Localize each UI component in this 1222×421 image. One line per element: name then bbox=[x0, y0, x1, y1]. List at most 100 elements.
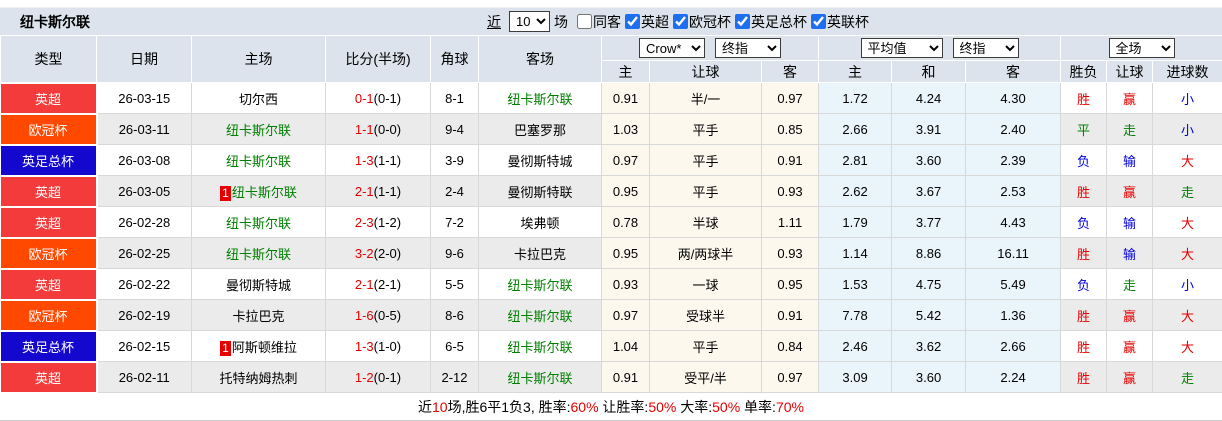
date-cell: 26-02-15 bbox=[96, 330, 192, 362]
fulltime-select[interactable]: 全场 bbox=[1108, 38, 1175, 58]
avg-home-odds: 2.81 bbox=[818, 144, 893, 176]
crow-handicap: 半球 bbox=[649, 206, 762, 238]
away-team-name: 纽卡斯尔联 bbox=[507, 339, 573, 355]
same-venue-checkbox[interactable] bbox=[577, 14, 592, 29]
league-checkbox-ucl[interactable] bbox=[673, 14, 688, 29]
corner-cell: 9-6 bbox=[430, 237, 479, 269]
recent-link[interactable]: 近 bbox=[487, 12, 501, 32]
home-team-cell: 纽卡斯尔联 bbox=[191, 113, 326, 145]
score-cell: 1-1(0-0) bbox=[325, 113, 431, 145]
col-header-home: 主场 bbox=[191, 35, 326, 83]
home-team-cell: 曼彻斯特城 bbox=[191, 268, 326, 300]
league-type-badge: 英超 bbox=[0, 81, 98, 115]
league-type-badge: 英超 bbox=[0, 205, 98, 239]
home-team-cell: 卡拉巴克 bbox=[191, 299, 326, 331]
recent-count-select[interactable]: 10 bbox=[509, 11, 550, 32]
summary-segment: 单率: bbox=[740, 398, 776, 415]
match-row: 英超 26-03-15 切尔西 0-1(0-1) 8-1 纽卡斯尔联 0.91 … bbox=[0, 81, 1222, 115]
league-checkbox-facup[interactable] bbox=[735, 14, 750, 29]
fulltime-score: 3-2 bbox=[354, 245, 374, 261]
result-goals: 大 bbox=[1152, 299, 1222, 331]
home-team-cell: 1 纽卡斯尔联 bbox=[191, 175, 326, 207]
crow-home-odds: 0.78 bbox=[601, 206, 650, 238]
result-handicap: 赢 bbox=[1106, 330, 1154, 362]
away-team-cell: 纽卡斯尔联 bbox=[478, 268, 602, 300]
away-team-cell: 曼彻斯特联 bbox=[478, 175, 602, 207]
home-team-cell: 纽卡斯尔联 bbox=[191, 206, 326, 238]
avg-away-odds: 2.39 bbox=[965, 144, 1062, 176]
fulltime-score: 1-2 bbox=[354, 369, 374, 385]
result-goals: 小 bbox=[1152, 268, 1222, 300]
match-history-table: 类型 日期 主场 比分(半场) 角球 客场 Crow* 终指 平均值 终指 全场… bbox=[0, 35, 1222, 394]
avg-home-odds: 2.66 bbox=[818, 113, 893, 145]
fulltime-score: 1-3 bbox=[354, 152, 374, 168]
match-row: 英超 26-02-11 托特纳姆热刺 1-2(0-1) 2-12 纽卡斯尔联 0… bbox=[0, 360, 1222, 394]
result-outcome: 胜 bbox=[1060, 82, 1108, 114]
avg-away-odds: 5.49 bbox=[965, 268, 1062, 300]
bookmaker-select[interactable]: Crow* bbox=[639, 38, 706, 58]
summary-segment: 大率: bbox=[676, 398, 713, 415]
away-team-cell: 纽卡斯尔联 bbox=[478, 82, 602, 114]
halftime-score: (1-0) bbox=[373, 338, 402, 354]
avg-draw-odds: 3.60 bbox=[891, 361, 967, 393]
avg-away-odds: 2.24 bbox=[965, 361, 1062, 393]
date-cell: 26-03-15 bbox=[96, 82, 192, 114]
crow-handicap: 受球半 bbox=[649, 299, 762, 331]
result-outcome: 负 bbox=[1060, 144, 1108, 176]
score-cell: 1-6(0-5) bbox=[325, 299, 431, 331]
avg-draw-odds: 3.77 bbox=[891, 206, 967, 238]
crow-handicap: 一球 bbox=[649, 268, 762, 300]
date-cell: 26-02-25 bbox=[96, 237, 192, 269]
away-team-cell: 纽卡斯尔联 bbox=[478, 361, 602, 393]
league-checkbox-eflcup[interactable] bbox=[811, 14, 826, 29]
score-cell: 1-3(1-0) bbox=[325, 330, 431, 362]
summary-segment: 60% bbox=[570, 398, 599, 415]
match-row: 英足总杯 26-03-08 纽卡斯尔联 1-3(1-1) 3-9 曼彻斯特城 0… bbox=[0, 143, 1222, 177]
match-row: 英超 26-02-28 纽卡斯尔联 2-3(1-2) 7-2 埃弗顿 0.78 … bbox=[0, 205, 1222, 239]
avg-odds-stage-select[interactable]: 终指 bbox=[952, 38, 1019, 58]
avg-away-odds: 16.11 bbox=[965, 237, 1062, 269]
match-row: 欧冠杯 26-03-11 纽卡斯尔联 1-1(0-0) 9-4 巴塞罗那 1.0… bbox=[0, 112, 1222, 146]
league-label-facup: 英足总杯 bbox=[751, 13, 807, 30]
crow-home-odds: 0.93 bbox=[601, 268, 650, 300]
corner-cell: 6-5 bbox=[430, 330, 479, 362]
col-header-score: 比分(半场) bbox=[325, 35, 431, 83]
fulltime-score: 2-1 bbox=[354, 183, 374, 199]
result-handicap: 赢 bbox=[1106, 82, 1154, 114]
filter-controls: 近 10 场 同客 英超 欧冠杯 英足总杯 英联杯 bbox=[487, 11, 870, 32]
crow-away-odds: 0.84 bbox=[760, 330, 820, 362]
corner-cell: 7-2 bbox=[430, 206, 479, 238]
score-cell: 1-2(0-1) bbox=[325, 361, 431, 393]
col-header-type: 类型 bbox=[0, 35, 97, 83]
league-checkbox-epl[interactable] bbox=[625, 14, 640, 29]
result-outcome: 胜 bbox=[1060, 237, 1108, 269]
crow-odds-stage-select[interactable]: 终指 bbox=[715, 38, 782, 58]
away-team-name: 埃弗顿 bbox=[520, 215, 560, 231]
avg-home-odds: 1.53 bbox=[818, 268, 893, 300]
league-label-ucl: 欧冠杯 bbox=[689, 13, 731, 30]
league-type-badge: 欧冠杯 bbox=[0, 112, 98, 146]
col-header-away: 客场 bbox=[478, 35, 602, 83]
average-select[interactable]: 平均值 bbox=[860, 38, 943, 58]
home-team-cell: 纽卡斯尔联 bbox=[191, 144, 326, 176]
avg-home-odds: 7.78 bbox=[818, 299, 893, 331]
result-handicap: 赢 bbox=[1106, 361, 1154, 393]
summary-segment: 场,胜6平1负3, 胜率: bbox=[447, 398, 571, 415]
result-goals: 大 bbox=[1152, 330, 1222, 362]
crow-home-odds: 1.04 bbox=[601, 330, 650, 362]
fulltime-score: 2-1 bbox=[354, 276, 374, 292]
home-team-name: 纽卡斯尔联 bbox=[225, 246, 291, 262]
crow-handicap: 平手 bbox=[649, 175, 762, 207]
avg-draw-odds: 8.86 bbox=[891, 237, 967, 269]
score-cell: 2-1(1-1) bbox=[325, 175, 431, 207]
avg-away-odds: 1.36 bbox=[965, 299, 1062, 331]
avg-home-odds: 3.09 bbox=[818, 361, 893, 393]
crow-home-odds: 0.95 bbox=[601, 175, 650, 207]
summary-segment: 50% bbox=[648, 398, 677, 415]
result-handicap: 赢 bbox=[1106, 299, 1154, 331]
fulltime-score: 1-1 bbox=[354, 121, 374, 137]
team-header-bar: 纽卡斯尔联 近 10 场 同客 英超 欧冠杯 英足总杯 英联杯 bbox=[0, 8, 1222, 35]
result-goals: 大 bbox=[1152, 237, 1222, 269]
avg-away-odds: 4.43 bbox=[965, 206, 1062, 238]
match-row: 英超 26-03-05 1 纽卡斯尔联 2-1(1-1) 2-4 曼彻斯特联 0.… bbox=[0, 174, 1222, 208]
